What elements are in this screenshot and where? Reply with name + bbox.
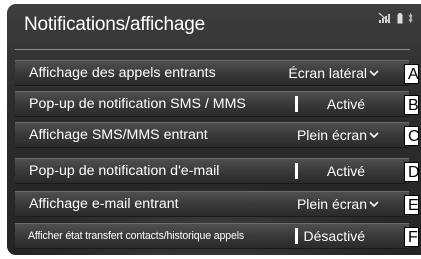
setting-row-transfer-status[interactable]: Afficher état transfert contacts/histori… [15, 221, 419, 250]
setting-label: Affichage e-mail entrant [29, 196, 179, 212]
setting-row-email-popup[interactable]: Pop-up de notification d'e-mail Activé D [15, 156, 420, 185]
setting-row-email-display[interactable]: Affichage e-mail entrant Plein écran E [15, 189, 419, 218]
callout-label: D [404, 162, 420, 182]
chevron-down-icon [369, 201, 379, 207]
toggle-indicator [295, 163, 298, 179]
value-text: Écran latéral [288, 65, 367, 81]
toggle-indicator [295, 96, 298, 112]
callout-label: B [404, 95, 419, 115]
row-background: Pop-up de notification d'e-mail Activé D [15, 158, 420, 184]
row-background: Affichage des appels entrants Écran laté… [15, 60, 419, 86]
battery-icon [397, 12, 403, 24]
chevron-down-icon [369, 132, 379, 138]
setting-row-sms-popup[interactable]: Pop-up de notification SMS / MMS Activé … [15, 89, 419, 118]
dropdown-value[interactable]: Plein écran [297, 192, 379, 216]
callout-label: C [404, 126, 420, 146]
chevron-down-icon [369, 70, 379, 76]
setting-label: Affichage SMS/MMS entrant [29, 127, 208, 143]
toggle-value[interactable]: Désactivé [304, 224, 365, 248]
row-background: Pop-up de notification SMS / MMS Activé … [15, 91, 419, 117]
callout-label: F [404, 227, 419, 247]
dropdown-value[interactable]: Plein écran [297, 123, 379, 147]
setting-label: Pop-up de notification d'e-mail [29, 163, 220, 179]
dropdown-value[interactable]: Écran latéral [288, 61, 379, 85]
setting-label: Afficher état transfert contacts/histori… [28, 230, 245, 242]
bluetooth-icon [408, 13, 413, 23]
status-bar [378, 12, 413, 24]
setting-row-sms-display[interactable]: Affichage SMS/MMS entrant Plein écran C [15, 120, 420, 149]
toggle-indicator [295, 228, 298, 244]
setting-label: Affichage des appels entrants [29, 65, 216, 81]
toggle-value[interactable]: Activé [327, 92, 365, 116]
no-signal-icon [378, 12, 392, 24]
page-title: Notifications/affichage [24, 14, 205, 35]
row-background: Affichage SMS/MMS entrant Plein écran C [15, 122, 420, 148]
setting-row-incoming-calls[interactable]: Affichage des appels entrants Écran laté… [15, 58, 419, 87]
callout-label: E [404, 195, 419, 215]
header-divider [15, 49, 410, 50]
value-text: Plein écran [296, 196, 367, 212]
row-background: Afficher état transfert contacts/histori… [15, 223, 419, 249]
value-text: Plein écran [296, 127, 367, 143]
setting-label: Pop-up de notification SMS / MMS [29, 96, 246, 112]
row-background: Affichage e-mail entrant Plein écran E [15, 191, 419, 217]
callout-label: A [404, 64, 419, 84]
toggle-value[interactable]: Activé [327, 159, 365, 183]
